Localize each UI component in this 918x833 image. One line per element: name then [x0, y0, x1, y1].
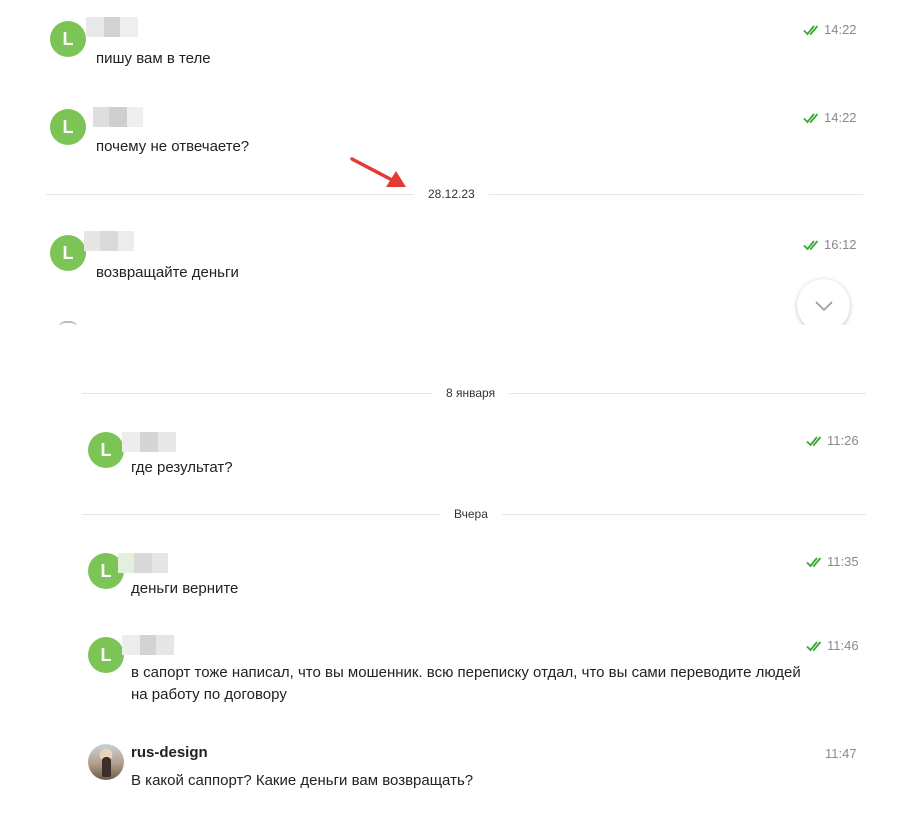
chat-message: L 11:46 в сапорт тоже написал, что вы мо… [0, 625, 918, 725]
sender-name-blurred [118, 553, 168, 573]
double-check-icon [803, 112, 819, 123]
message-text: деньги верните [131, 580, 239, 597]
avatar[interactable]: L [88, 637, 124, 673]
date-divider-label: 28.12.23 [414, 187, 489, 201]
message-meta: 14:22 [803, 22, 857, 37]
double-check-icon [806, 556, 822, 567]
avatar[interactable]: L [50, 235, 86, 271]
double-check-icon [803, 24, 819, 35]
double-check-icon [803, 239, 819, 250]
avatar-letter: L [62, 28, 74, 49]
chat-message: L 14:22 пишу вам в теле [0, 0, 918, 90]
avatar-letter: L [100, 560, 112, 581]
avatar-letter: L [62, 116, 74, 137]
avatar-letter: L [100, 644, 112, 665]
sender-name-blurred [122, 635, 174, 655]
avatar[interactable]: L [50, 109, 86, 145]
chat-message: L 11:26 где результат? [0, 420, 918, 490]
date-divider-label: Вчера [440, 507, 502, 521]
double-check-icon [806, 640, 822, 651]
message-meta: 11:26 [806, 433, 859, 448]
sender-name[interactable]: rus-design [131, 744, 208, 761]
message-text: где результат? [131, 459, 233, 476]
avatar-letter: L [100, 439, 112, 460]
avatar[interactable]: L [50, 21, 86, 57]
chat-panel-bottom: 8 января L 11:26 где результат? Вчера L [0, 325, 918, 833]
date-divider-label: 8 января [432, 386, 510, 400]
avatar[interactable]: L [88, 432, 124, 468]
message-time: 11:47 [825, 746, 857, 761]
message-meta: 11:47 [825, 746, 857, 761]
message-time: 11:46 [827, 638, 859, 653]
message-text: В какой саппорт? Какие деньги вам возвра… [131, 772, 474, 789]
chat-message: L 16:12 возвращайте деньги [0, 220, 918, 300]
message-meta: 11:35 [806, 554, 859, 569]
chat-message: rus-design 11:47 В какой саппорт? Какие … [0, 735, 918, 825]
message-time: 14:22 [824, 22, 857, 37]
avatar[interactable] [88, 744, 124, 780]
message-text: в сапорт тоже написал, что вы мошенник. … [131, 664, 801, 703]
message-time: 11:35 [827, 554, 859, 569]
message-time: 11:26 [827, 433, 859, 448]
sender-name-blurred [86, 17, 138, 37]
message-time: 16:12 [824, 237, 857, 252]
message-text: пишу вам в теле [96, 50, 211, 67]
message-text: почему не отвечаете? [96, 138, 250, 155]
message-time: 14:22 [824, 110, 857, 125]
scroll-down-button[interactable] [797, 279, 850, 325]
red-arrow-icon [350, 157, 406, 187]
message-meta: 11:46 [806, 638, 859, 653]
sender-name-blurred [93, 107, 143, 127]
chat-panel-top: L 14:22 пишу вам в теле L 14:22 почему н… [0, 0, 918, 325]
chat-message: L 11:35 деньги верните [0, 540, 918, 610]
message-meta: 14:22 [803, 110, 857, 125]
double-check-icon [806, 435, 822, 446]
message-text: возвращайте деньги [96, 264, 239, 281]
chat-message: L 14:22 почему не отвечаете? [0, 90, 918, 170]
sender-name-blurred [84, 231, 134, 251]
message-meta: 16:12 [803, 237, 857, 252]
avatar-letter: L [62, 242, 74, 263]
sender-name-blurred [122, 432, 176, 452]
chevron-down-icon [814, 300, 833, 311]
